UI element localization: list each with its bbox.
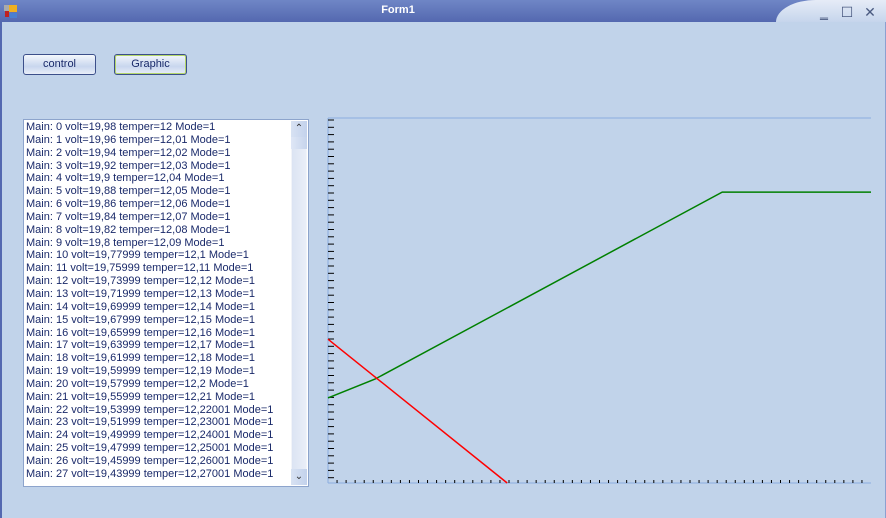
vertical-scrollbar[interactable]: ⌃ ⌄ — [291, 121, 307, 485]
log-item[interactable]: Main: 6 volt=19,86 temper=12,06 Mode=1 — [26, 198, 273, 211]
log-item[interactable]: Main: 12 volt=19,73999 temper=12,12 Mode… — [26, 275, 273, 288]
log-item[interactable]: Main: 19 volt=19,59999 temper=12,19 Mode… — [26, 365, 273, 378]
close-button[interactable]: ✕ — [862, 4, 878, 20]
log-item[interactable]: Main: 7 volt=19,84 temper=12,07 Mode=1 — [26, 211, 273, 224]
graphic-button[interactable]: Graphic — [114, 54, 187, 75]
log-rows: Main: 0 volt=19,98 temper=12 Mode=1 Main:… — [26, 121, 273, 481]
window-title: Form1 — [381, 4, 415, 16]
series-line-red — [327, 338, 508, 484]
log-listbox[interactable]: Main: 0 volt=19,98 temper=12 Mode=1 Main:… — [23, 119, 309, 487]
title-bar: Form1 ‗ ☐ ✕ — [0, 0, 886, 22]
log-item[interactable]: Main: 22 volt=19,53999 temper=12,22001 M… — [26, 404, 273, 417]
log-item[interactable]: Main: 16 volt=19,65999 temper=12,16 Mode… — [26, 327, 273, 340]
scroll-thumb[interactable] — [291, 137, 307, 149]
log-item[interactable]: Main: 11 volt=19,75999 temper=12,11 Mode… — [26, 262, 273, 275]
log-item[interactable]: Main: 27 volt=19,43999 temper=12,27001 M… — [26, 468, 273, 481]
log-item[interactable]: Main: 2 volt=19,94 temper=12,02 Mode=1 — [26, 147, 273, 160]
log-item[interactable]: Main: 8 volt=19,82 temper=12,08 Mode=1 — [26, 224, 273, 237]
log-item[interactable]: Main: 26 volt=19,45999 temper=12,26001 M… — [26, 455, 273, 468]
log-item[interactable]: Main: 24 volt=19,49999 temper=12,24001 M… — [26, 429, 273, 442]
log-item[interactable]: Main: 18 volt=19,61999 temper=12,18 Mode… — [26, 352, 273, 365]
log-item[interactable]: Main: 3 volt=19,92 temper=12,03 Mode=1 — [26, 160, 273, 173]
scroll-down-icon[interactable]: ⌄ — [291, 469, 307, 485]
scroll-track[interactable] — [292, 149, 306, 469]
log-item[interactable]: Main: 9 volt=19,8 temper=12,09 Mode=1 — [26, 237, 273, 250]
log-item[interactable]: Main: 25 volt=19,47999 temper=12,25001 M… — [26, 442, 273, 455]
series-line-green — [327, 191, 871, 399]
control-button[interactable]: control — [23, 54, 96, 75]
minimize-button[interactable]: ‗ — [816, 4, 832, 20]
scroll-up-icon[interactable]: ⌃ — [291, 121, 307, 137]
log-item[interactable]: Main: 4 volt=19,9 temper=12,04 Mode=1 — [26, 172, 273, 185]
log-item[interactable]: Main: 1 volt=19,96 temper=12,01 Mode=1 — [26, 134, 273, 147]
log-item[interactable]: Main: 5 volt=19,88 temper=12,05 Mode=1 — [26, 185, 273, 198]
log-item[interactable]: Main: 23 volt=19,51999 temper=12,23001 M… — [26, 416, 273, 429]
log-item[interactable]: Main: 21 volt=19,55999 temper=12,21 Mode… — [26, 391, 273, 404]
log-item[interactable]: Main: 17 volt=19,63999 temper=12,17 Mode… — [26, 339, 273, 352]
graph-plot — [327, 117, 871, 484]
log-item[interactable]: Main: 20 volt=19,57999 temper=12,2 Mode=… — [26, 378, 273, 391]
log-item[interactable]: Main: 14 volt=19,69999 temper=12,14 Mode… — [26, 301, 273, 314]
log-item[interactable]: Main: 15 volt=19,67999 temper=12,15 Mode… — [26, 314, 273, 327]
maximize-button[interactable]: ☐ — [839, 4, 855, 20]
log-item[interactable]: Main: 0 volt=19,98 temper=12 Mode=1 — [26, 121, 273, 134]
log-item[interactable]: Main: 10 volt=19,77999 temper=12,1 Mode=… — [26, 249, 273, 262]
log-item[interactable]: Main: 13 volt=19,71999 temper=12,13 Mode… — [26, 288, 273, 301]
